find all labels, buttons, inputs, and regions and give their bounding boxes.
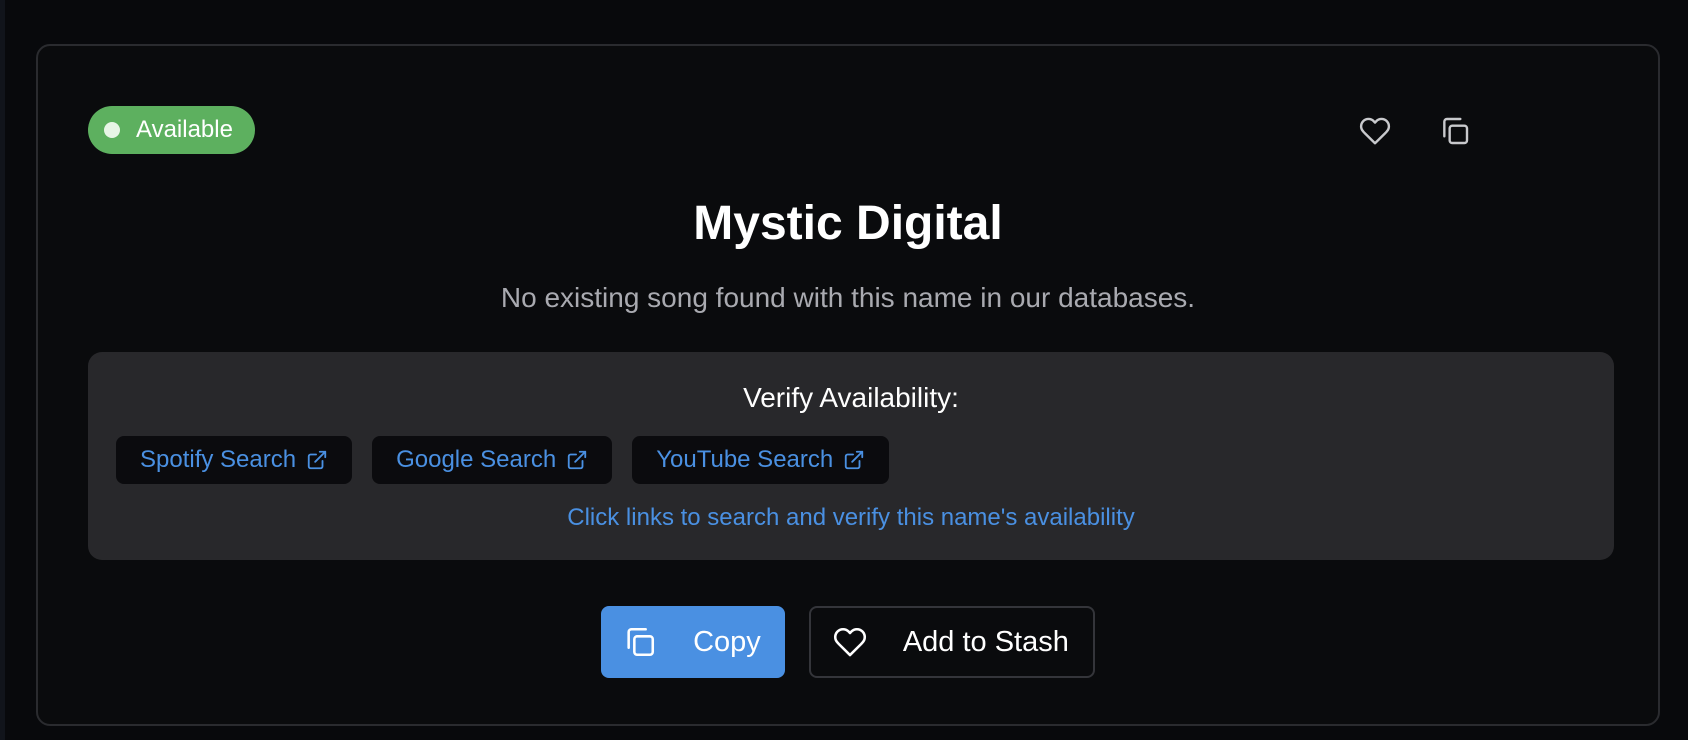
result-title: Mystic Digital (693, 197, 1003, 250)
spotify-search-label: Spotify Search (140, 446, 297, 473)
heart-icon (1359, 117, 1391, 145)
copy-icon (1443, 117, 1469, 145)
youtube-search-link[interactable]: YouTube Search (632, 436, 890, 484)
status-badge-label: Available (136, 116, 233, 143)
external-link-icon (307, 450, 327, 470)
copy-icon (623, 625, 657, 659)
favorite-button[interactable] (1356, 112, 1394, 150)
youtube-search-label: YouTube Search (656, 446, 834, 473)
status-dot (104, 122, 120, 138)
verify-heading: Verify Availability: (743, 382, 959, 413)
verify-availability-panel: Verify Availability: Spotify Search Goog… (88, 352, 1614, 560)
external-link-icon (568, 450, 587, 470)
external-link-icon (845, 450, 864, 470)
action-buttons: Copy Add to Stash (38, 606, 1658, 678)
add-to-stash-label: Add to Stash (902, 625, 1069, 658)
copy-button[interactable]: Copy (601, 606, 785, 678)
add-to-stash-button[interactable]: Add to Stash (808, 606, 1095, 678)
spotify-search-link[interactable]: Spotify Search (116, 436, 353, 484)
copy-name-button[interactable] (1436, 112, 1474, 150)
verify-hint: Click links to search and verify this na… (567, 504, 1135, 531)
google-search-label: Google Search (396, 446, 557, 473)
result-subtitle: No existing song found with this name in… (500, 282, 1196, 313)
name-result-card: Available Mystic Digital No existing son… (36, 44, 1660, 726)
heart-icon (833, 625, 867, 659)
window-edge (0, 0, 5, 740)
google-search-link[interactable]: Google Search (372, 436, 613, 484)
status-badge: Available (88, 106, 255, 154)
search-links: Spotify Search Google Search YouTube Sea… (116, 436, 890, 484)
copy-button-label: Copy (693, 625, 761, 658)
